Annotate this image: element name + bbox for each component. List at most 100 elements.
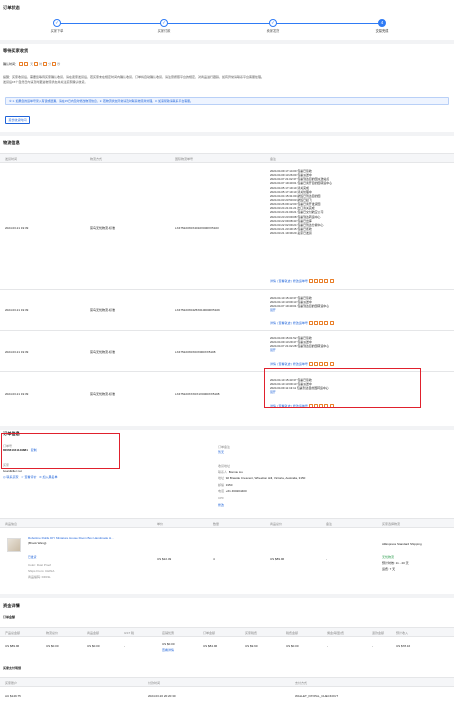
logistics-headers-2: 国际物流单号 [175, 157, 194, 161]
order_info-zip: 3150 [225, 483, 233, 487]
countdown-box [42, 62, 47, 67]
product-tag: 已发货 [28, 555, 37, 559]
products-logistics_fee: 运费: 7 天 [382, 567, 396, 571]
funds-headers-2: 商品金额 [87, 631, 100, 635]
logistics-rows-2-time: 2024.03.21 19:39 [5, 350, 29, 354]
products-total: US $89.96 [270, 557, 285, 561]
info-notice: ① 1. 如果您的运单号录入有误或遗漏，请在15日内及时修改物流信息，2. 若物… [5, 97, 449, 105]
funds-headers-7: 税费金额 [286, 631, 299, 635]
order_status-steps-1: 买家付款 [157, 28, 171, 33]
action-icon [324, 321, 329, 326]
step-1: ✓ 买家下单 [37, 19, 77, 33]
logistics-rows-0-method: 菜鸟无忧物流-标准 [90, 226, 115, 230]
order_info-contact: Bonnie Liu [228, 470, 243, 474]
step-3: ✓ 卖家发货 [253, 19, 293, 33]
funds-values-0: US $89.96 [5, 644, 20, 648]
product-name[interactable]: Robotime Rolife DIY Miniature House Room… [28, 536, 114, 540]
logistics-rows-0-events-10: 2024.03.24 21:09:21 包裹已交付航空公司 [270, 210, 324, 215]
payment-title: 买家支付明细 [3, 666, 22, 670]
payment-headers-0: 买家账户 [5, 681, 18, 685]
waiting-countdown_label: 确认时间： [3, 62, 19, 66]
action-icon [329, 362, 334, 367]
funds-values-7: US $0.00 [286, 644, 299, 648]
logistics-panel: 物流信息 发货时间 物流方式 国际物流单号 备注 2024.03.21 19:3… [0, 136, 454, 426]
products-headers-1: 单价 [157, 522, 164, 526]
logistics-rows-3-time: 2024.03.21 19:39 [5, 392, 29, 396]
funds-values-1: US $0.00 [46, 644, 59, 648]
logistics-table-header: 发货时间 物流方式 国际物流单号 备注 [0, 153, 454, 163]
product-image[interactable] [7, 538, 21, 552]
funds-headers-5: 订单金额 [203, 631, 216, 635]
products-unit_price: US $22.49 [157, 557, 172, 561]
order_info-contact_label: 联系人 [218, 470, 228, 474]
funds-values-3: - [124, 644, 125, 648]
countdown: 确认时间： 天 时 分 秒 [3, 62, 61, 67]
buyer-actions[interactable]: ◎ 联系买家 ☆ 查看评价 ⊘ 加入黑名单 [3, 475, 57, 479]
logistics-rows-2-method: 菜鸟无忧物流-标准 [90, 350, 115, 354]
logistics-headers-0: 发货时间 [5, 157, 18, 161]
products-qty: 4 [213, 557, 215, 561]
logistics-rows-1-events-3[interactable]: 展开 [270, 308, 329, 312]
row-actions[interactable]: 详情 | 查看轨迹 | 修改运单号 [270, 321, 335, 326]
logistics-rows-1-method: 菜鸟无忧物流-标准 [90, 308, 115, 312]
step-4: 4 交易完成 [362, 19, 402, 33]
funds-values-9: - [372, 644, 373, 648]
funds-table-header: 产品总金额 物流总价 商品金额 GST 税 店铺优惠 订单金额 买家税费 税费金… [0, 627, 454, 637]
logistics-actions_text: 详情 | 查看轨迹 | 修改运单号 [270, 279, 308, 283]
products-logistics_name: AliExpress Standard Shipping [382, 542, 422, 546]
action-icon [329, 321, 334, 326]
progress-line [57, 23, 382, 24]
logistics-rows-0-tracking: LX475223X0X4010X000XX5103 [175, 226, 219, 230]
order_info-zip_label: 邮编 [218, 483, 225, 487]
waiting-desc: 提醒：买家收货后，需要您等待买家确认收货，请在卖家发货后，若买家未在规定时间内确… [3, 75, 451, 84]
row-actions[interactable]: 详情 | 查看轨迹 | 修改运单号 [270, 279, 335, 284]
action-icon [308, 279, 313, 284]
step-number-icon: 4 [378, 19, 386, 27]
order_info-address_label: 地址 [218, 476, 225, 480]
order_status-steps-0: 买家下单 [50, 28, 64, 33]
funds-headers-0: 产品总金额 [5, 631, 21, 635]
products-meta-1: Ships From: CHINA [28, 569, 55, 573]
action-icon [324, 362, 329, 367]
order_info-address_title: 收货地址 [218, 464, 231, 468]
order_info-actions-2: 加入黑名单 [42, 475, 58, 479]
countdown-box [33, 62, 38, 67]
highlight-box [1, 433, 120, 469]
products-logistics_tag: 无忧物流 [382, 555, 395, 559]
funds-sub: 订单金额 [3, 615, 16, 619]
event-list: 2024.04.09 17:14:00 包裹已签收 2024.04.09 13:… [270, 169, 332, 235]
coupon-details-link[interactable]: 查看详情 [162, 648, 174, 652]
event-list: 2024.04.10 15:43:37 包裹已签收 2024.04.10 13:… [270, 296, 329, 313]
funds-values-2: US $0.00 [87, 644, 100, 648]
products-remark: - [326, 557, 327, 561]
funds-headers-1: 物流总价 [46, 631, 59, 635]
logistics-rows-1-tracking: LX475223X0425X0100000X5109 [175, 308, 220, 312]
logistics-rows-2-events-2: 2024.04.07 21:02:28 包裹到达目的国转运中心 [270, 344, 330, 349]
products-headers-5: 买家选择物流 [382, 522, 401, 526]
star-icon: ☆ [21, 475, 24, 479]
logistics-rows-2-events-3[interactable]: 展开 [270, 348, 329, 352]
logistics-actions_text: 详情 | 查看轨迹 | 修改运单号 [270, 362, 308, 366]
funds-headers-8: 佣金(联盟)费 [327, 631, 344, 635]
order_info-shipping_value[interactable]: 暂无 [218, 450, 224, 454]
check-icon: ✓ [53, 19, 61, 27]
check-icon: ✓ [269, 19, 277, 27]
products-headers-4: 备注 [326, 522, 333, 526]
products-headers-3: 商品总价 [270, 522, 283, 526]
funds-headers-9: 退款金额 [372, 631, 385, 635]
order_info-buyer: boardkiller nut [3, 469, 22, 473]
step-2: ✓ 买家付款 [144, 19, 184, 33]
logistics-rows-3-tracking: LX475223XXX0X1X0000XX5108 [175, 392, 220, 396]
logistics-rows-0-events-15: 2024.03.21 19:39:20 卖家已发货 [270, 231, 312, 236]
extend-receipt-button[interactable]: 延长收货时间 [5, 116, 31, 125]
order-info-panel: 订单信息 订单号 800661041149881 复制 买家 boardkill… [0, 430, 454, 594]
edit-address-link[interactable]: 修改 [218, 503, 224, 507]
waiting-desc1: 提醒：买家收货后，需要您等待买家确认收货，请在卖家发货后，若买家未在规定时间内确… [3, 75, 265, 79]
funds-headers-6: 买家税费 [245, 631, 258, 635]
payment-headers-2: 支付方式 [295, 681, 308, 685]
order_info-cpf_label: CPF [218, 496, 224, 500]
action-icon [308, 321, 313, 326]
payment-values-2: WALLET_PAYPAL_CHECKOUT [295, 694, 339, 698]
funds-headers-10: 预计收入 [396, 631, 409, 635]
row-actions[interactable]: 详情 | 查看轨迹 | 修改运单号 [270, 362, 335, 367]
